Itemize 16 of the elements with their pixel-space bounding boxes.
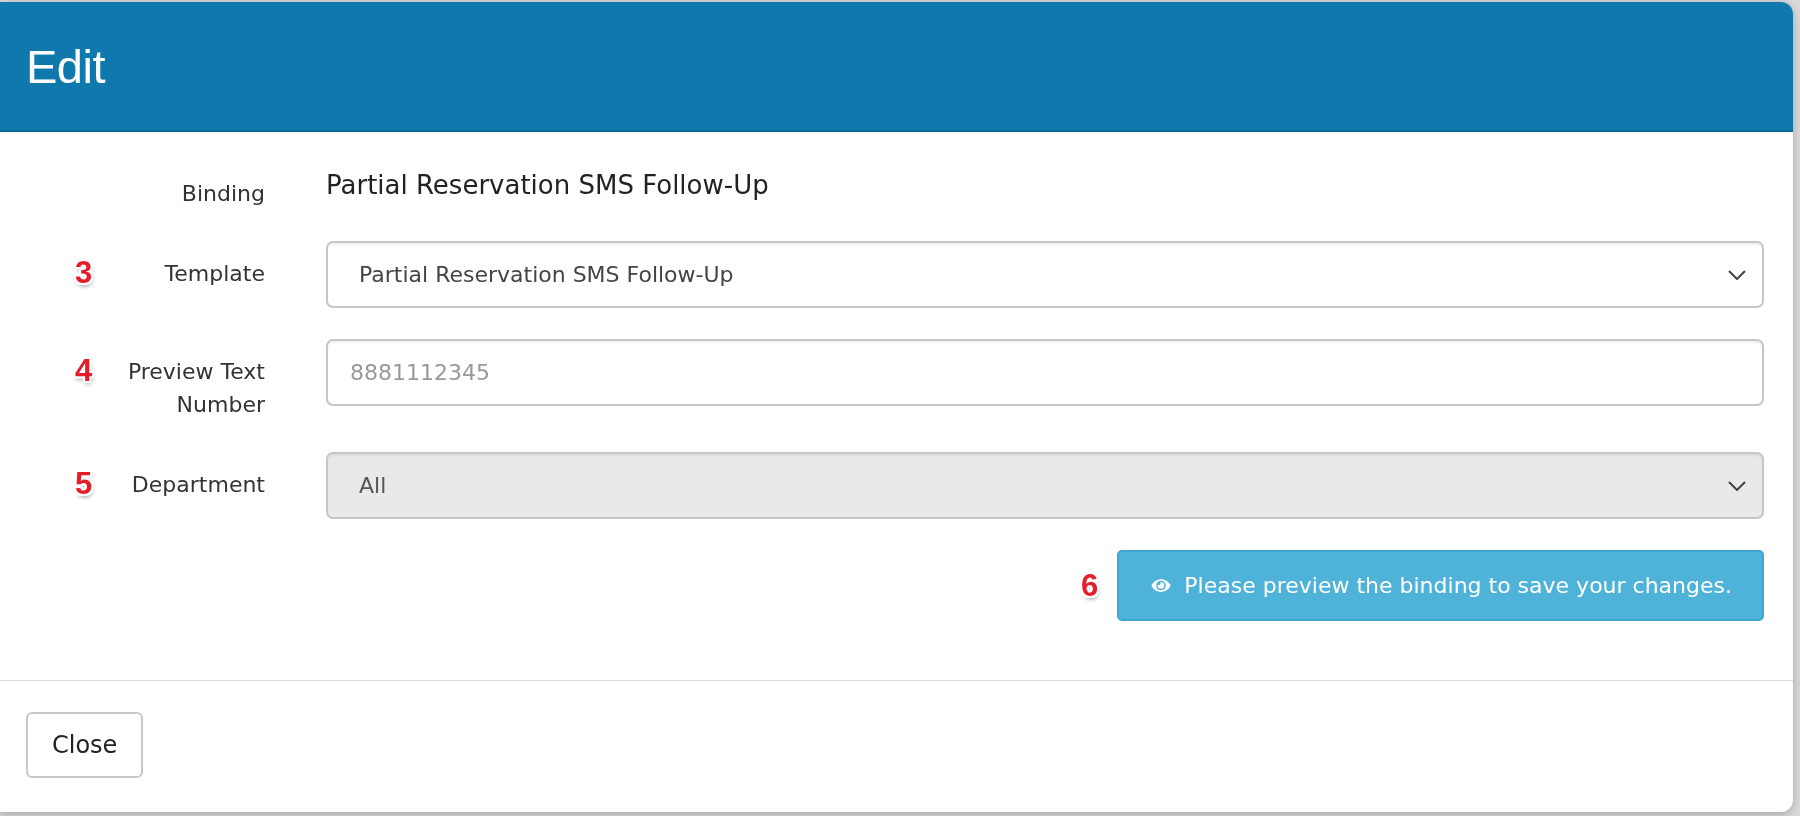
binding-value: Partial Reservation SMS Follow-Up [326, 169, 769, 202]
chevron-down-icon [1728, 269, 1746, 280]
eye-icon [1149, 577, 1174, 594]
step-marker: 6 [1081, 571, 1099, 600]
close-button[interactable]: Close [26, 712, 144, 778]
text-input[interactable]: 8881112345 [326, 339, 1764, 406]
step-marker: 5 [75, 470, 93, 498]
select-field[interactable]: Partial Reservation SMS Follow-Up [326, 241, 1764, 308]
step-marker: 3 [75, 259, 93, 287]
modal-title: Edit [26, 38, 105, 94]
field-label: Binding [181, 180, 265, 208]
field-label: Template [164, 260, 265, 288]
chevron-down-icon [1728, 480, 1746, 491]
field-label: Department [131, 471, 265, 499]
field-label: Preview Text Number [126, 358, 265, 419]
step-marker: 4 [75, 357, 93, 385]
